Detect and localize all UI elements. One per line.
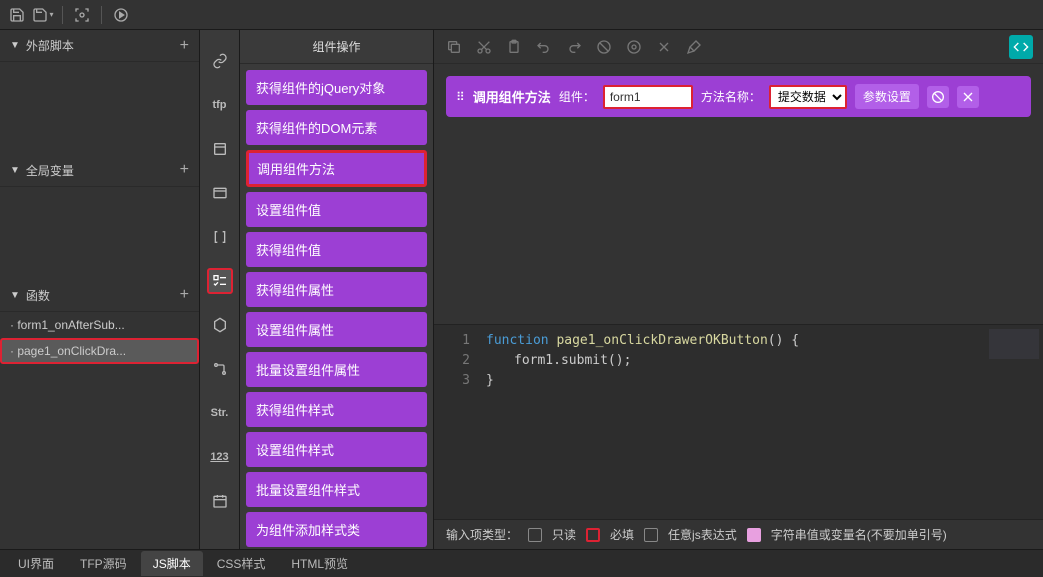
op-btn-active[interactable]: 调用组件方法 bbox=[246, 150, 427, 187]
editor-panel: ⠿ 调用组件方法 组件： 方法名称： 提交数据 参数设置 1 2 3 funct… bbox=[434, 30, 1043, 549]
op-btn[interactable]: 获得组件值 bbox=[246, 232, 427, 267]
legend-readonly: 只读 bbox=[552, 526, 576, 543]
icon-rail: tfp Str. 123 bbox=[200, 30, 240, 549]
redo-icon[interactable] bbox=[564, 37, 584, 57]
save-dropdown-icon[interactable]: ▾ bbox=[32, 4, 54, 26]
rail-window-icon[interactable] bbox=[207, 180, 233, 206]
ops-header: 组件操作 bbox=[240, 30, 433, 64]
code-view-icon[interactable] bbox=[1009, 35, 1033, 59]
code-lines[interactable]: function page1_onClickDrawerOKButton() {… bbox=[478, 325, 1043, 520]
section-title: 外部脚本 bbox=[26, 37, 180, 54]
op-btn[interactable]: 获得组件属性 bbox=[246, 272, 427, 307]
close-icon[interactable] bbox=[654, 37, 674, 57]
add-icon[interactable]: + bbox=[180, 286, 189, 304]
legend-expr-box bbox=[644, 528, 658, 542]
builder-row: ⠿ 调用组件方法 组件： 方法名称： 提交数据 参数设置 bbox=[446, 76, 1031, 117]
param-settings-button[interactable]: 参数设置 bbox=[855, 84, 919, 109]
legend-str: 字符串值或变量名(不要加单引号) bbox=[771, 526, 947, 543]
chevron-down-icon: ▼ bbox=[10, 290, 20, 301]
rail-calendar-icon[interactable] bbox=[207, 488, 233, 514]
legend-str-box bbox=[747, 528, 761, 542]
rail-flow-icon[interactable] bbox=[207, 356, 233, 382]
method-select[interactable]: 提交数据 bbox=[769, 85, 847, 109]
section-global-vars[interactable]: ▼ 全局变量 + bbox=[0, 155, 199, 187]
disable-icon[interactable] bbox=[927, 86, 949, 108]
builder-canvas[interactable] bbox=[434, 129, 1043, 324]
section-title: 函数 bbox=[26, 287, 180, 304]
legend-expr: 任意js表达式 bbox=[668, 526, 737, 543]
chevron-down-icon: ▼ bbox=[10, 165, 20, 176]
top-toolbar: ▾ bbox=[0, 0, 1043, 30]
settings-icon[interactable] bbox=[624, 37, 644, 57]
op-btn[interactable]: 为组件添加样式类 bbox=[246, 512, 427, 547]
legend-readonly-box bbox=[528, 528, 542, 542]
delete-icon[interactable] bbox=[957, 86, 979, 108]
tab-css[interactable]: CSS样式 bbox=[205, 551, 278, 576]
op-btn[interactable]: 设置组件值 bbox=[246, 192, 427, 227]
minimap[interactable] bbox=[989, 329, 1039, 359]
tab-html[interactable]: HTML预览 bbox=[279, 551, 360, 576]
op-btn[interactable]: 获得组件样式 bbox=[246, 392, 427, 427]
editor-toolbar bbox=[434, 30, 1043, 64]
drag-handle-icon[interactable]: ⠿ bbox=[456, 90, 465, 104]
legend-bar: 输入项类型： 只读 必填 任意js表达式 字符串值或变量名(不要加单引号) bbox=[434, 519, 1043, 549]
component-label: 组件： bbox=[559, 88, 595, 105]
gutter: 1 2 3 bbox=[434, 325, 478, 520]
rail-checklist-icon[interactable] bbox=[207, 268, 233, 294]
copy-icon[interactable] bbox=[444, 37, 464, 57]
rail-link-icon[interactable] bbox=[207, 48, 233, 74]
block-icon[interactable] bbox=[594, 37, 614, 57]
rail-brackets-icon[interactable] bbox=[207, 224, 233, 250]
method-label: 方法名称： bbox=[701, 88, 761, 105]
section-title: 全局变量 bbox=[26, 162, 180, 179]
component-input[interactable] bbox=[603, 85, 693, 109]
tab-ui[interactable]: UI界面 bbox=[6, 551, 66, 576]
op-btn[interactable]: 获得组件的DOM元素 bbox=[246, 110, 427, 145]
bottom-tabs: UI界面 TFP源码 JS脚本 CSS样式 HTML预览 bbox=[0, 549, 1043, 577]
code-area[interactable]: 1 2 3 function page1_onClickDrawerOKButt… bbox=[434, 324, 1043, 520]
section-external-scripts[interactable]: ▼ 外部脚本 + bbox=[0, 30, 199, 62]
add-icon[interactable]: + bbox=[180, 37, 189, 55]
main-area: ▼ 外部脚本 + ▼ 全局变量 + ▼ 函数 + · form1_onAfter… bbox=[0, 30, 1043, 549]
chevron-down-icon: ▼ bbox=[10, 40, 20, 51]
functions-list: · form1_onAfterSub... · page1_onClickDra… bbox=[0, 312, 199, 364]
separator bbox=[62, 6, 63, 24]
play-icon[interactable] bbox=[110, 4, 132, 26]
rail-num[interactable]: 123 bbox=[207, 444, 233, 470]
cut-icon[interactable] bbox=[474, 37, 494, 57]
tab-js[interactable]: JS脚本 bbox=[141, 551, 203, 576]
save-icon[interactable] bbox=[6, 4, 28, 26]
section-body bbox=[0, 62, 199, 155]
paste-icon[interactable] bbox=[504, 37, 524, 57]
op-btn[interactable]: 批量设置组件样式 bbox=[246, 472, 427, 507]
legend-required: 必填 bbox=[610, 526, 634, 543]
spacer bbox=[0, 364, 199, 550]
left-panel: ▼ 外部脚本 + ▼ 全局变量 + ▼ 函数 + · form1_onAfter… bbox=[0, 30, 200, 549]
tab-tfp[interactable]: TFP源码 bbox=[68, 551, 139, 576]
add-icon[interactable]: + bbox=[180, 161, 189, 179]
ops-list[interactable]: 获得组件的jQuery对象 获得组件的DOM元素 调用组件方法 设置组件值 获得… bbox=[240, 64, 433, 549]
op-btn[interactable]: 获得组件的jQuery对象 bbox=[246, 70, 427, 105]
rail-str[interactable]: Str. bbox=[207, 400, 233, 426]
separator bbox=[101, 6, 102, 24]
action-label: 调用组件方法 bbox=[473, 87, 551, 106]
rail-page-icon[interactable] bbox=[207, 136, 233, 162]
legend-title: 输入项类型： bbox=[446, 526, 518, 543]
section-body bbox=[0, 187, 199, 280]
op-btn[interactable]: 批量设置组件属性 bbox=[246, 352, 427, 387]
undo-icon[interactable] bbox=[534, 37, 554, 57]
rail-hex-icon[interactable] bbox=[207, 312, 233, 338]
op-btn[interactable]: 设置组件样式 bbox=[246, 432, 427, 467]
target-icon[interactable] bbox=[71, 4, 93, 26]
legend-required-box bbox=[586, 528, 600, 542]
function-item-active[interactable]: · page1_onClickDra... bbox=[0, 338, 199, 364]
ops-panel: 组件操作 获得组件的jQuery对象 获得组件的DOM元素 调用组件方法 设置组… bbox=[240, 30, 434, 549]
op-btn[interactable]: 设置组件属性 bbox=[246, 312, 427, 347]
rail-tfp[interactable]: tfp bbox=[207, 92, 233, 118]
brush-icon[interactable] bbox=[684, 37, 704, 57]
builder-area: ⠿ 调用组件方法 组件： 方法名称： 提交数据 参数设置 bbox=[434, 64, 1043, 129]
function-item[interactable]: · form1_onAfterSub... bbox=[0, 312, 199, 338]
section-functions[interactable]: ▼ 函数 + bbox=[0, 280, 199, 312]
